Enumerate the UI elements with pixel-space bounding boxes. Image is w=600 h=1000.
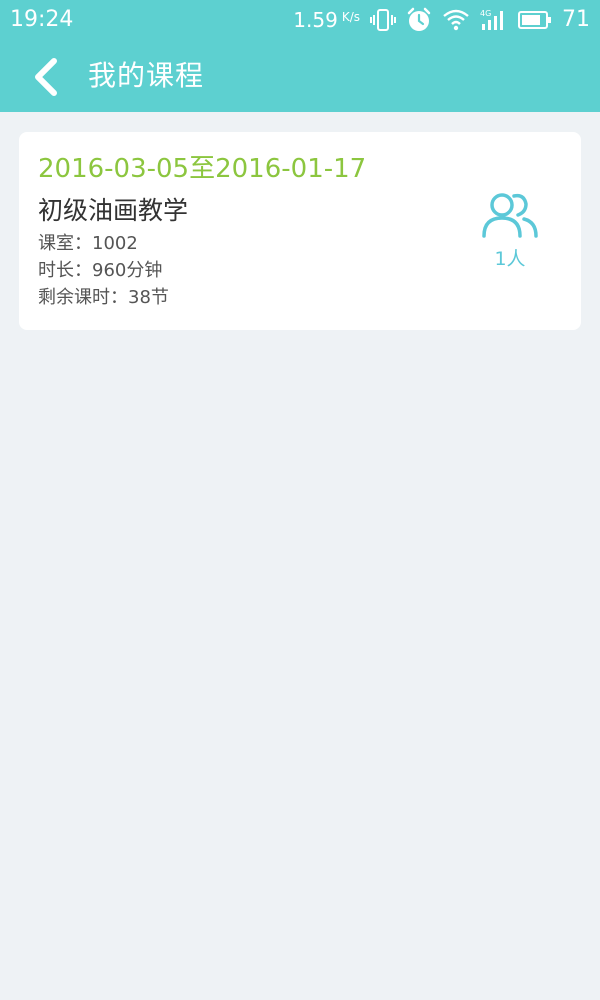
status-bar: 19:24 1.59 K/s 4G 71 [0,0,600,40]
network-speed-unit: K/s [341,10,360,24]
people-count: 1人 [494,248,526,270]
vibrate-icon [370,8,396,32]
status-time: 19:24 [10,7,74,32]
back-button[interactable] [20,52,72,102]
network-speed: 1.59 K/s [293,6,360,34]
battery-percent: 71 [562,7,590,32]
users-icon [480,190,540,240]
svg-text:4G: 4G [480,9,491,18]
course-duration: 时长：960分钟 [38,260,163,281]
course-room: 课室：1002 [38,233,138,254]
battery-icon [518,10,552,30]
network-speed-value: 1.59 [293,8,338,32]
app-header: 19:24 1.59 K/s 4G 71 我的课程 [0,0,600,112]
course-people[interactable]: 1人 [479,190,541,272]
course-date-range: 2016-03-05至2016-01-17 [38,154,367,184]
wifi-icon [442,9,470,31]
status-icons: 1.59 K/s 4G 71 [293,6,590,34]
alarm-icon [406,7,432,33]
course-remaining-hours: 剩余课时：38节 [38,287,169,308]
chevron-left-icon [32,57,60,97]
signal-4g-icon: 4G [480,8,508,32]
page-title: 我的课程 [88,59,205,92]
course-name: 初级油画教学 [38,196,189,225]
nav-bar: 我的课程 [0,40,600,112]
course-card[interactable]: 2016-03-05至2016-01-17 初级油画教学 课室：1002 时长：… [19,132,581,330]
